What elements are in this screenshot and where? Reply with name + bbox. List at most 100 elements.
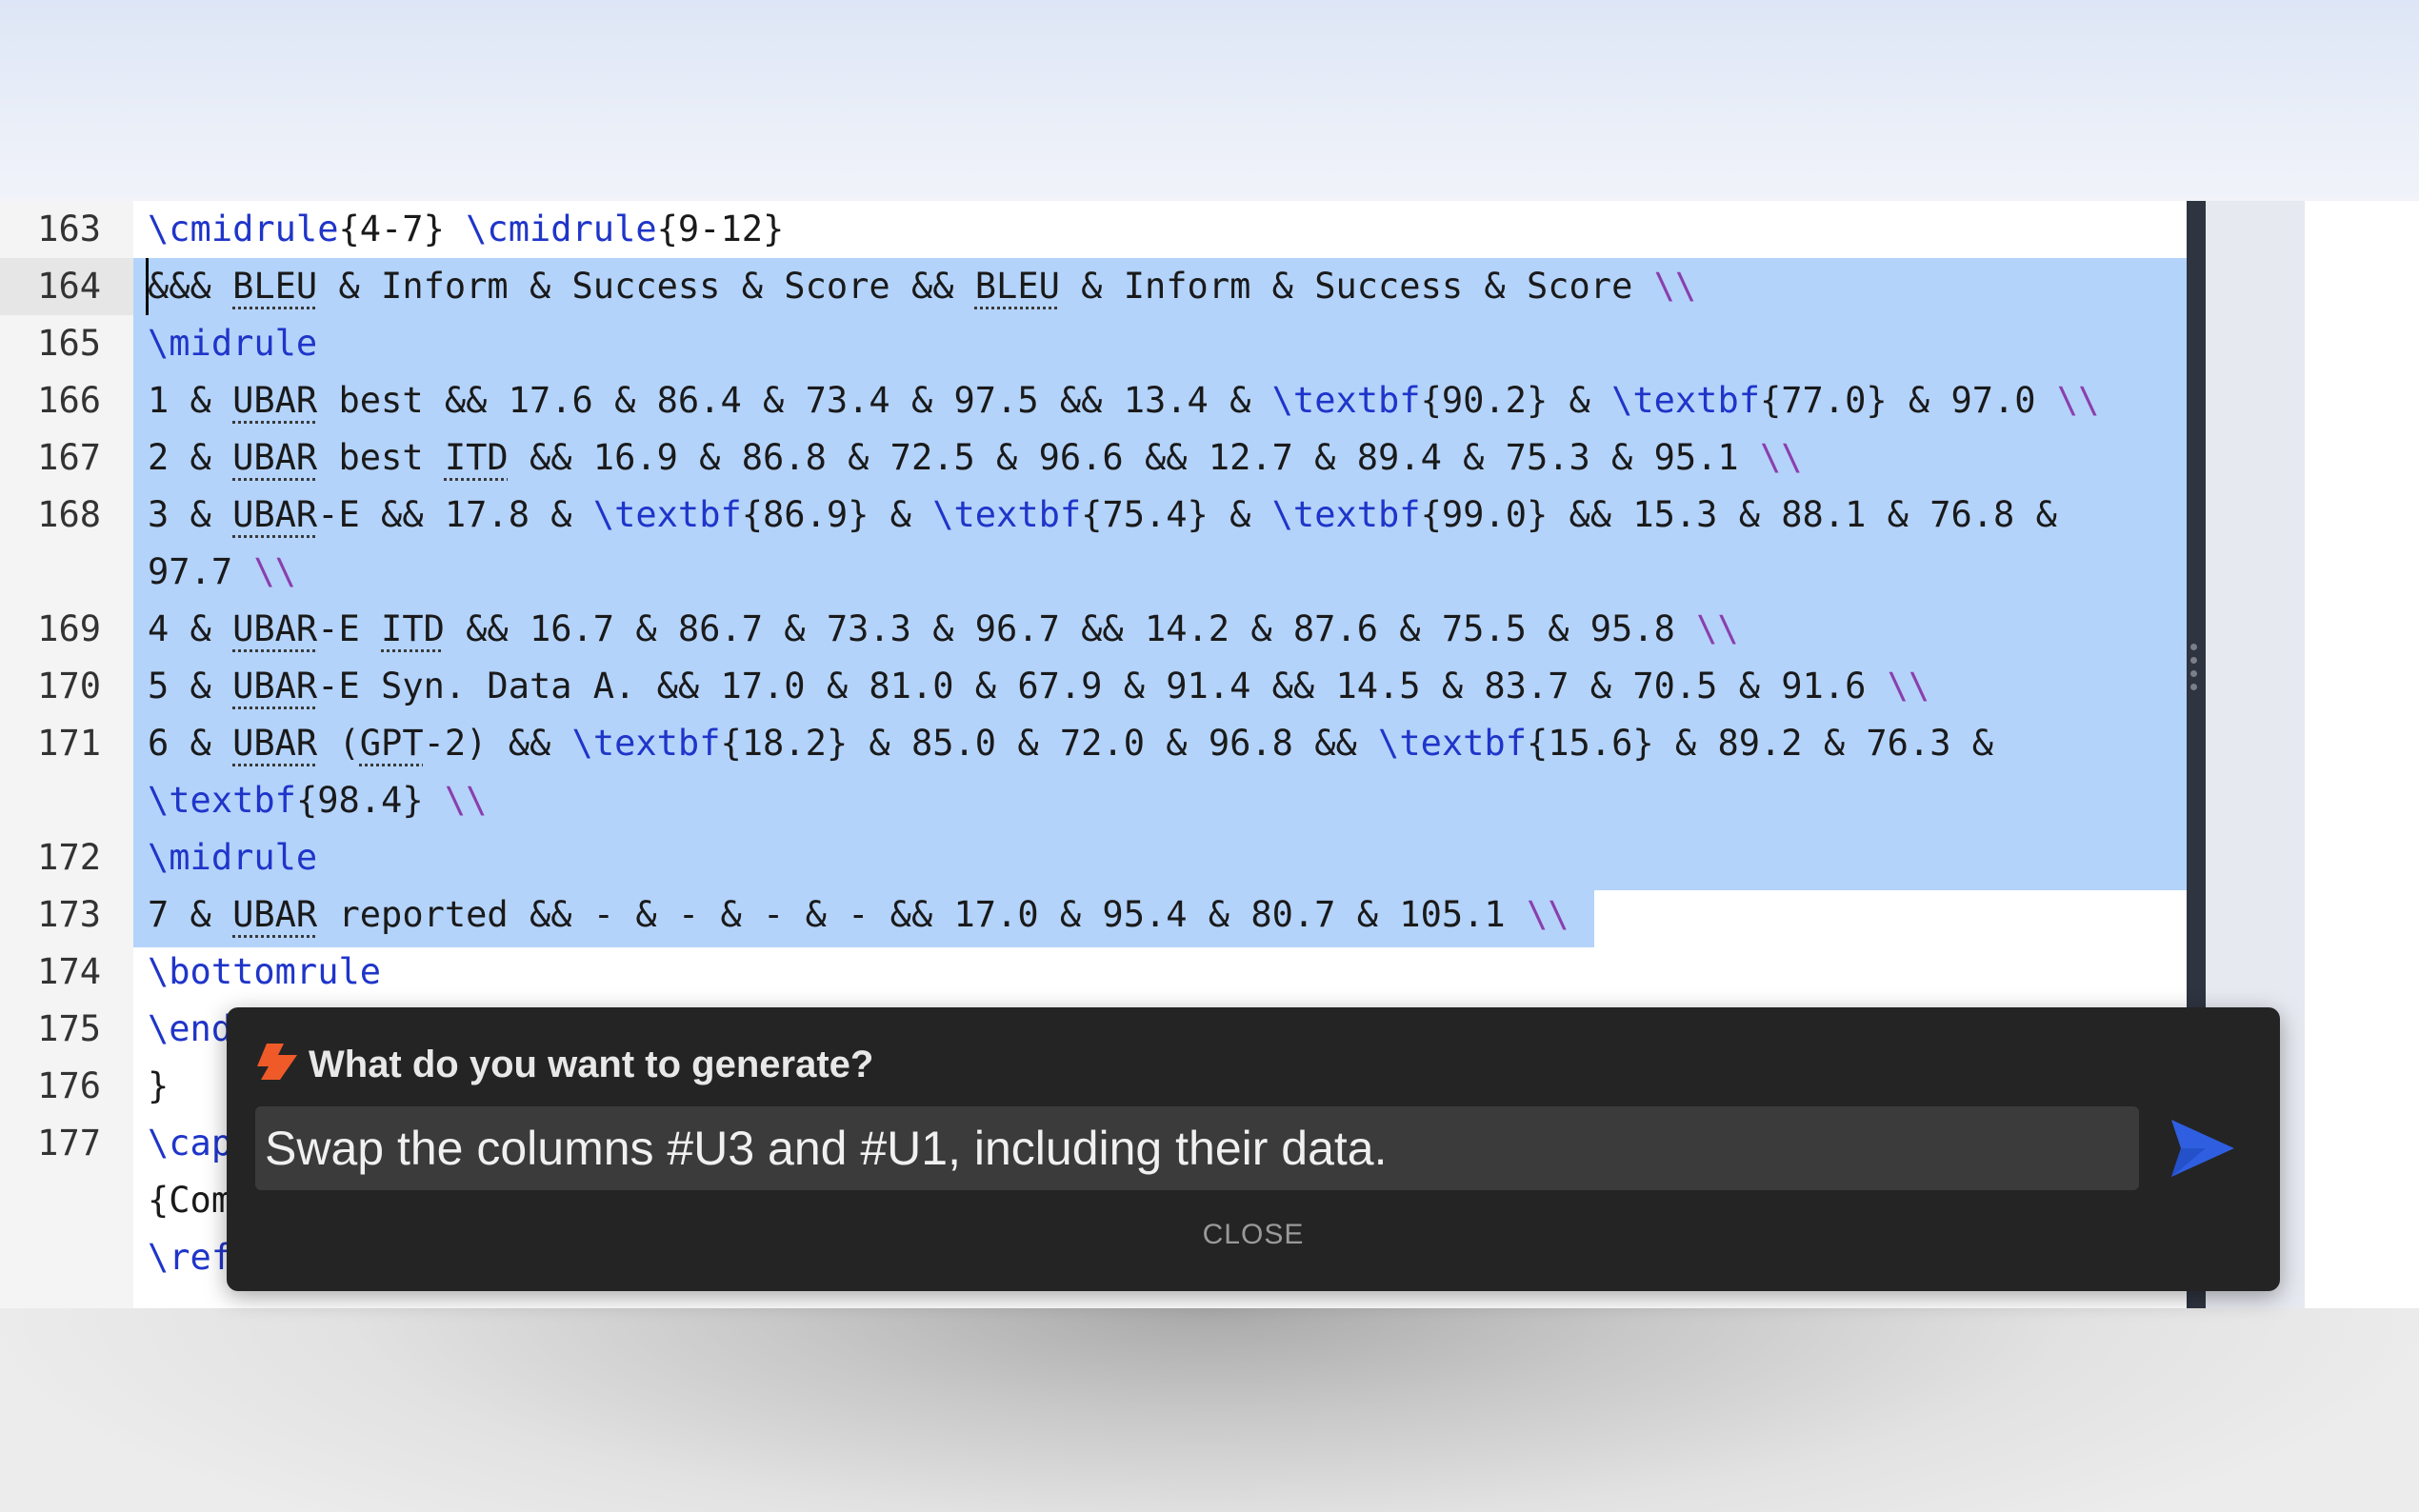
line-number: 171: [37, 723, 101, 764]
spellcheck-word: ITD: [444, 437, 509, 478]
code-text: 7 &: [148, 894, 233, 935]
code-text: 2 &: [148, 437, 233, 478]
code-line[interactable]: \bottomrule: [148, 944, 381, 1001]
code-text: {99.0} && 15.3 & 88.1 & 76.8 &: [1420, 494, 2057, 535]
code-line[interactable]: 6 & UBAR (GPT-2) && \textbf{18.2} & 85.0…: [148, 715, 1993, 772]
line-number: 164: [0, 258, 133, 315]
code-line[interactable]: 5 & UBAR-E Syn. Data A. && 17.0 & 81.0 &…: [148, 658, 1929, 715]
code-line[interactable]: {Com: [148, 1172, 232, 1229]
dialog-title: What do you want to generate?: [309, 1044, 874, 1085]
code-line[interactable]: 4 & UBAR-E ITD && 16.7 & 86.7 & 73.3 & 9…: [148, 601, 1739, 658]
latex-command: \textbf: [1271, 494, 1421, 535]
code-text: {4-7}: [338, 209, 467, 249]
code-line[interactable]: \cmidrule{4-7} \cmidrule{9-12}: [148, 201, 784, 258]
code-text: 6 &: [148, 723, 233, 764]
line-number: 173: [37, 894, 101, 935]
code-line[interactable]: \cap: [148, 1115, 232, 1172]
line-break-token: \\: [1759, 437, 1803, 478]
send-icon[interactable]: [2168, 1118, 2236, 1179]
code-text: {98.4}: [295, 780, 445, 821]
code-line[interactable]: \ref: [148, 1229, 232, 1286]
latex-command: \cmidrule: [466, 209, 657, 249]
resize-grip-icon[interactable]: [2190, 684, 2197, 690]
text-cursor: [146, 258, 149, 315]
line-number: 176: [37, 1065, 101, 1106]
code-line[interactable]: \midrule: [148, 315, 317, 372]
code-text: & Inform & Success & Score: [1059, 266, 1654, 307]
resize-grip-icon[interactable]: [2190, 657, 2197, 664]
code-text: & Inform & Success & Score &&: [317, 266, 975, 307]
line-break-token: \\: [2056, 380, 2100, 421]
background-shadow: [0, 1308, 2419, 1512]
latex-command: \textbf: [1271, 380, 1421, 421]
code-text: -2) &&: [423, 723, 572, 764]
code-text: 1 &: [148, 380, 233, 421]
spellcheck-word: UBAR: [232, 723, 318, 764]
code-text: && 16.9 & 86.8 & 72.5 & 96.6 && 12.7 & 8…: [508, 437, 1760, 478]
latex-command: \cmidrule: [148, 209, 339, 249]
code-text: {15.6} & 89.2 & 76.3 &: [1526, 723, 1994, 764]
line-number: 169: [37, 608, 101, 649]
code-line[interactable]: }: [148, 1058, 169, 1115]
latex-command: \midrule: [148, 323, 318, 364]
code-line[interactable]: 7 & UBAR reported && - & - & - & - && 17…: [148, 886, 1569, 944]
latex-command: \cap: [148, 1123, 233, 1164]
line-break-token: \\: [253, 551, 296, 592]
code-text: 3 &: [148, 494, 233, 535]
code-line[interactable]: &&& BLEU & Inform & Success & Score && B…: [148, 258, 1696, 315]
code-text: -E Syn. Data A. && 17.0 & 81.0 & 67.9 & …: [317, 666, 1888, 706]
spellcheck-word: UBAR: [232, 380, 318, 421]
latex-command: \end: [148, 1008, 233, 1049]
code-text: best && 17.6 & 86.4 & 73.4 & 97.5 && 13.…: [317, 380, 1272, 421]
line-break-token: \\: [1653, 266, 1697, 307]
code-line[interactable]: 2 & UBAR best ITD && 16.9 & 86.8 & 72.5 …: [148, 429, 1803, 487]
code-line[interactable]: \midrule: [148, 829, 317, 886]
code-text: -E: [317, 608, 382, 649]
code-line[interactable]: 3 & UBAR-E && 17.8 & \textbf{86.9} & \te…: [148, 487, 2057, 544]
code-text: {90.2} &: [1420, 380, 1612, 421]
latex-command: \textbf: [571, 723, 721, 764]
code-text: {9-12}: [656, 209, 785, 249]
line-number: 167: [37, 437, 101, 478]
spellcheck-word: ITD: [381, 608, 445, 649]
close-button[interactable]: CLOSE: [227, 1219, 2280, 1251]
line-number: 170: [37, 666, 101, 706]
resize-grip-icon[interactable]: [2190, 670, 2197, 677]
line-number: 165: [37, 323, 101, 364]
code-line[interactable]: 1 & UBAR best && 17.6 & 86.4 & 73.4 & 97…: [148, 372, 2099, 429]
right-margin: [2305, 201, 2419, 1308]
code-text: }: [148, 1065, 170, 1106]
code-text: reported && - & - & - & - && 17.0 & 95.4…: [317, 894, 1527, 935]
code-text: {Com: [148, 1180, 233, 1221]
line-number: 163: [37, 209, 101, 249]
code-text: {18.2} & 85.0 & 72.0 & 96.8 &&: [720, 723, 1379, 764]
line-break-token: \\: [1887, 666, 1930, 706]
code-text: (: [317, 723, 360, 764]
code-text: && 16.7 & 86.7 & 73.3 & 96.7 && 14.2 & 8…: [444, 608, 1697, 649]
code-text: 5 &: [148, 666, 233, 706]
code-line[interactable]: \textbf{98.4} \\: [148, 772, 487, 829]
line-number: 175: [37, 1008, 101, 1049]
code-line[interactable]: 97.7 \\: [148, 544, 296, 601]
code-text: {86.9} &: [741, 494, 933, 535]
prompt-input[interactable]: [255, 1106, 2139, 1190]
code-text: 97.7: [148, 551, 254, 592]
line-number: 172: [37, 837, 101, 878]
resize-grip-icon[interactable]: [2190, 644, 2197, 650]
generate-dialog: What do you want to generate? CLOSE: [227, 1007, 2280, 1291]
code-text: best: [317, 437, 445, 478]
latex-command: \ref: [148, 1237, 233, 1278]
code-text: 4 &: [148, 608, 233, 649]
line-number: 166: [37, 380, 101, 421]
latex-command: \textbf: [1378, 723, 1527, 764]
spellcheck-word: BLEU: [974, 266, 1060, 307]
latex-command: \bottomrule: [148, 951, 382, 992]
latex-command: \textbf: [592, 494, 742, 535]
line-break-token: \\: [1526, 894, 1569, 935]
code-text: &&&: [148, 266, 233, 307]
spellcheck-word: GPT: [359, 723, 424, 764]
code-line[interactable]: \end: [148, 1001, 232, 1058]
line-number: 174: [37, 951, 101, 992]
latex-command: \textbf: [932, 494, 1082, 535]
code-text: {75.4} &: [1081, 494, 1272, 535]
